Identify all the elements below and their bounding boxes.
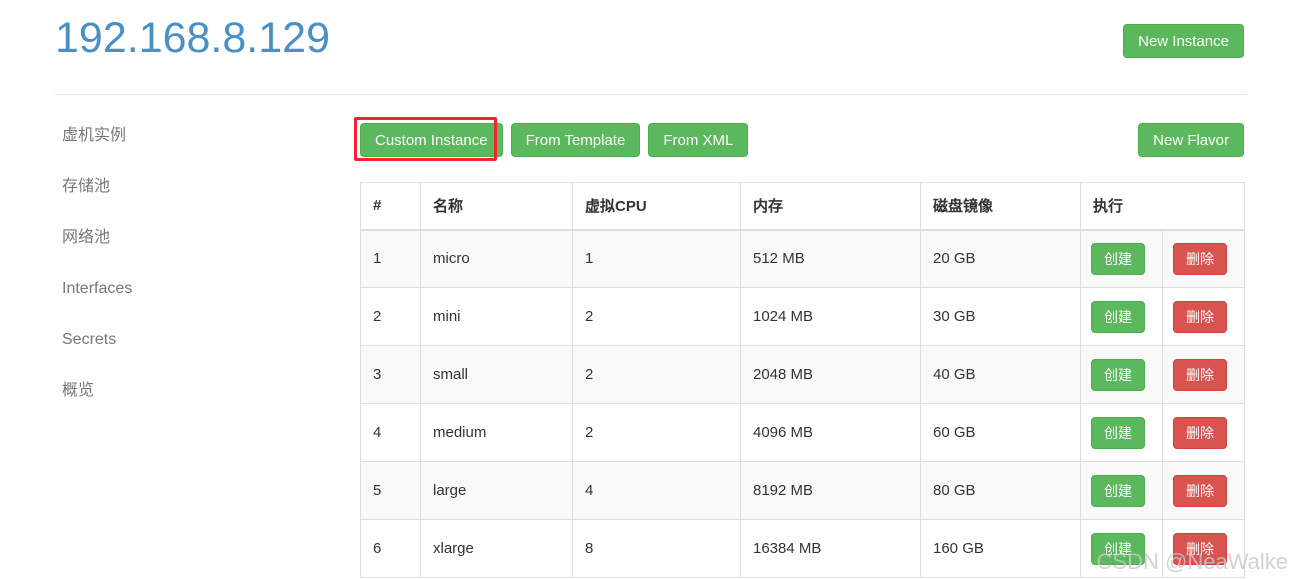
- table-body: 1 micro 1 512 MB 20 GB 创建 删除 2 mini 2 10…: [360, 229, 1246, 578]
- create-button[interactable]: 创建: [1091, 416, 1145, 449]
- new-instance-button[interactable]: New Instance: [1123, 24, 1244, 58]
- cell-disk: 20 GB: [920, 229, 1081, 288]
- sidebar-item-storage-pool[interactable]: 存储池: [62, 177, 322, 197]
- cell-vcpu: 8: [572, 519, 741, 578]
- cell-delete: 删除: [1161, 403, 1246, 462]
- new-flavor-button[interactable]: New Flavor: [1138, 123, 1244, 157]
- toolbar-button-group: Custom Instance From Template From XML: [360, 123, 749, 157]
- cell-create: 创建: [1080, 403, 1163, 462]
- sidebar-item-network-pool[interactable]: 网络池: [62, 228, 322, 248]
- table-header-row: # 名称 虚拟CPU 内存 磁盘镜像 执行: [360, 182, 1246, 231]
- delete-button[interactable]: 删除: [1173, 416, 1227, 449]
- create-button[interactable]: 创建: [1091, 242, 1145, 275]
- cell-name: mini: [420, 287, 573, 346]
- cell-delete: 删除: [1161, 519, 1246, 578]
- delete-button[interactable]: 删除: [1173, 532, 1227, 565]
- column-header-vcpu: 虚拟CPU: [572, 182, 741, 231]
- table-header: # 名称 虚拟CPU 内存 磁盘镜像 执行: [360, 182, 1246, 231]
- cell-delete: 删除: [1161, 345, 1246, 404]
- cell-memory: 2048 MB: [740, 345, 921, 404]
- page-title: 192.168.8.129: [55, 14, 330, 62]
- create-button[interactable]: 创建: [1091, 474, 1145, 507]
- from-template-button[interactable]: From Template: [510, 123, 641, 157]
- cell-memory: 4096 MB: [740, 403, 921, 462]
- cell-disk: 80 GB: [920, 461, 1081, 520]
- table-row: 1 micro 1 512 MB 20 GB 创建 删除: [360, 229, 1246, 288]
- cell-index: 3: [360, 345, 421, 404]
- cell-disk: 60 GB: [920, 403, 1081, 462]
- cell-delete: 删除: [1161, 461, 1246, 520]
- sidebar: 虚机实例 存储池 网络池 Interfaces Secrets 概览: [62, 126, 322, 401]
- cell-memory: 16384 MB: [740, 519, 921, 578]
- cell-create: 创建: [1080, 229, 1163, 288]
- cell-create: 创建: [1080, 461, 1163, 520]
- cell-vcpu: 1: [572, 229, 741, 288]
- flavor-toolbar: Custom Instance From Template From XML N…: [360, 123, 1244, 157]
- from-xml-button[interactable]: From XML: [648, 123, 749, 157]
- table-row: 5 large 4 8192 MB 80 GB 创建 删除: [360, 461, 1246, 520]
- cell-name: medium: [420, 403, 573, 462]
- cell-name: large: [420, 461, 573, 520]
- cell-vcpu: 2: [572, 287, 741, 346]
- sidebar-item-instances[interactable]: 虚机实例: [62, 126, 322, 146]
- cell-delete: 删除: [1161, 287, 1246, 346]
- create-button[interactable]: 创建: [1091, 358, 1145, 391]
- cell-name: small: [420, 345, 573, 404]
- create-button[interactable]: 创建: [1091, 300, 1145, 333]
- cell-create: 创建: [1080, 519, 1163, 578]
- delete-button[interactable]: 删除: [1173, 358, 1227, 391]
- delete-button[interactable]: 删除: [1173, 474, 1227, 507]
- delete-button[interactable]: 删除: [1173, 242, 1227, 275]
- cell-vcpu: 4: [572, 461, 741, 520]
- cell-index: 1: [360, 229, 421, 288]
- create-button[interactable]: 创建: [1091, 532, 1145, 565]
- table-row: 4 medium 2 4096 MB 60 GB 创建 删除: [360, 403, 1246, 462]
- cell-index: 2: [360, 287, 421, 346]
- cell-disk: 30 GB: [920, 287, 1081, 346]
- cell-vcpu: 2: [572, 345, 741, 404]
- table-row: 6 xlarge 8 16384 MB 160 GB 创建 删除: [360, 519, 1246, 578]
- cell-create: 创建: [1080, 287, 1163, 346]
- column-header-memory: 内存: [740, 182, 921, 231]
- sidebar-item-secrets[interactable]: Secrets: [62, 330, 322, 350]
- page-root: 192.168.8.129 New Instance 虚机实例 存储池 网络池 …: [0, 0, 1296, 579]
- delete-button[interactable]: 删除: [1173, 300, 1227, 333]
- cell-disk: 40 GB: [920, 345, 1081, 404]
- flavor-table: # 名称 虚拟CPU 内存 磁盘镜像 执行 1 micro 1 512 MB 2…: [360, 182, 1246, 578]
- cell-index: 6: [360, 519, 421, 578]
- cell-memory: 512 MB: [740, 229, 921, 288]
- table-row: 2 mini 2 1024 MB 30 GB 创建 删除: [360, 287, 1246, 346]
- cell-name: xlarge: [420, 519, 573, 578]
- table-row: 3 small 2 2048 MB 40 GB 创建 删除: [360, 345, 1246, 404]
- sidebar-item-interfaces[interactable]: Interfaces: [62, 279, 322, 299]
- custom-instance-button[interactable]: Custom Instance: [360, 123, 503, 157]
- cell-index: 5: [360, 461, 421, 520]
- cell-disk: 160 GB: [920, 519, 1081, 578]
- cell-create: 创建: [1080, 345, 1163, 404]
- sidebar-item-overview[interactable]: 概览: [62, 381, 322, 401]
- cell-delete: 删除: [1161, 229, 1246, 288]
- cell-index: 4: [360, 403, 421, 462]
- cell-memory: 1024 MB: [740, 287, 921, 346]
- column-header-name: 名称: [420, 182, 573, 231]
- cell-name: micro: [420, 229, 573, 288]
- column-header-actions: 执行: [1079, 182, 1246, 231]
- cell-vcpu: 2: [572, 403, 741, 462]
- column-header-disk: 磁盘镜像: [920, 182, 1081, 231]
- cell-memory: 8192 MB: [740, 461, 921, 520]
- column-header-index: #: [360, 182, 421, 231]
- header-divider: [55, 94, 1247, 95]
